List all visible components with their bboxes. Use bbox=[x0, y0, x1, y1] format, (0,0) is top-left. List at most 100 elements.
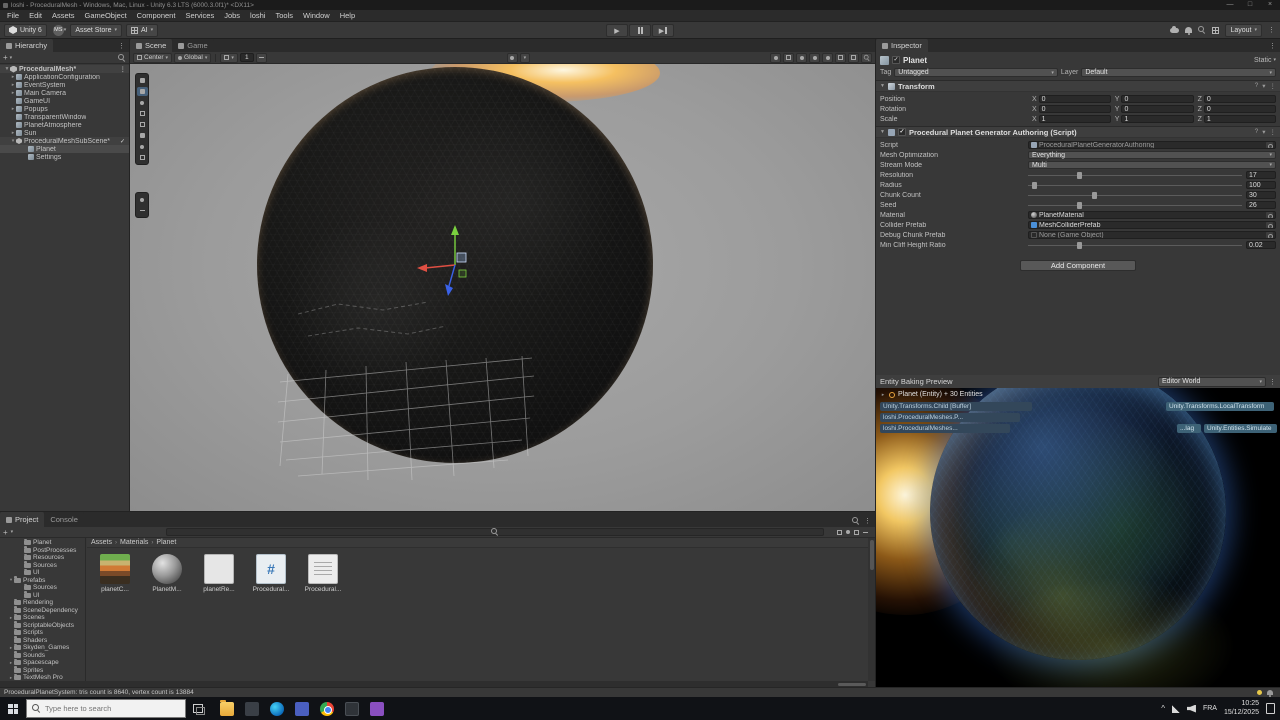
maximize-button[interactable]: □ bbox=[1240, 0, 1260, 10]
view-tool[interactable] bbox=[137, 76, 148, 85]
rotate-tool[interactable] bbox=[137, 98, 148, 107]
menu-item[interactable]: loshi bbox=[245, 10, 270, 22]
project-lock-icon[interactable] bbox=[852, 517, 860, 525]
account-caret-icon[interactable]: ▾ bbox=[64, 27, 67, 33]
zoom-slider[interactable] bbox=[863, 532, 868, 533]
hidden-icons-button[interactable]: ^ bbox=[1161, 704, 1165, 713]
entity-row[interactable]: ▸ Planet (Entity) + 30 Entities bbox=[880, 391, 983, 398]
folder-row[interactable]: Resources bbox=[0, 554, 85, 562]
layer-dropdown[interactable]: Default ▾ bbox=[1081, 68, 1276, 77]
folder-row[interactable]: UI bbox=[0, 592, 85, 600]
hierarchy-menu-icon[interactable]: ⋮ bbox=[118, 42, 125, 50]
scene-search-button[interactable] bbox=[861, 53, 872, 63]
folder-row[interactable]: ▸ Spacescape bbox=[0, 659, 85, 667]
scrollbar-thumb[interactable] bbox=[870, 540, 874, 570]
axis-z-field[interactable]: 0 bbox=[1204, 95, 1276, 103]
search-icon[interactable] bbox=[1198, 26, 1206, 34]
tab-scene[interactable]: Scene bbox=[130, 39, 172, 52]
presets-icon[interactable]: ▾ bbox=[1262, 128, 1265, 136]
component-chip[interactable]: Unity.Entities.Simulate bbox=[1204, 424, 1277, 433]
enum-dropdown[interactable]: Multi ▾ bbox=[1028, 161, 1276, 169]
action-center-icon[interactable] bbox=[1266, 703, 1275, 714]
volume-icon[interactable] bbox=[1187, 705, 1196, 713]
tab-inspector[interactable]: Inspector bbox=[876, 39, 928, 52]
component-chip[interactable]: Unity.Transforms.LocalTransform bbox=[1166, 402, 1274, 411]
gameobject-name-field[interactable]: Planet bbox=[903, 56, 927, 65]
scene-options-icon[interactable]: ⋮ bbox=[120, 65, 127, 73]
tab-hierarchy[interactable]: Hierarchy bbox=[0, 39, 53, 52]
hierarchy-item[interactable]: Settings bbox=[0, 153, 129, 161]
start-button[interactable] bbox=[0, 697, 26, 720]
menu-item[interactable]: Assets bbox=[47, 10, 80, 22]
lighting-toggle[interactable] bbox=[796, 53, 807, 63]
create-object-button[interactable]: + bbox=[3, 53, 8, 62]
slider-value-field[interactable]: 100 bbox=[1246, 181, 1276, 189]
presets-icon[interactable]: ▾ bbox=[1262, 82, 1265, 90]
folder-row[interactable]: Rendering bbox=[0, 599, 85, 607]
folder-row[interactable]: ▸ Skyden_Games bbox=[0, 644, 85, 652]
menu-item[interactable]: GameObject bbox=[80, 10, 132, 22]
enum-dropdown[interactable]: Everything ▾ bbox=[1028, 151, 1276, 159]
menu-item[interactable]: Services bbox=[180, 10, 219, 22]
minimize-button[interactable]: — bbox=[1220, 0, 1240, 10]
hierarchy-item[interactable]: ▾ ProceduralMeshSubScene* ✓ bbox=[0, 137, 129, 145]
hierarchy-item[interactable]: PlanetAtmosphere bbox=[0, 121, 129, 129]
component-chip[interactable]: Unity.Transforms.Child [Buffer] bbox=[880, 402, 1032, 411]
transform-tool[interactable] bbox=[137, 131, 148, 140]
active-checkbox[interactable]: ✓ bbox=[892, 56, 900, 64]
static-dropdown[interactable]: Static ▾ bbox=[1254, 57, 1276, 64]
close-button[interactable]: × bbox=[1260, 0, 1280, 10]
folder-row[interactable]: ▾ Prefabs bbox=[0, 577, 85, 585]
inspector-menu-icon[interactable]: ⋮ bbox=[1269, 42, 1276, 50]
info-icon[interactable] bbox=[854, 530, 859, 535]
hierarchy-item[interactable]: ▸ Sun bbox=[0, 129, 129, 137]
asset-item[interactable]: Procedural... bbox=[249, 554, 293, 593]
taskbar-clock[interactable]: 10:25 15/12/2025 bbox=[1224, 700, 1259, 718]
folder-row[interactable]: SceneDependency bbox=[0, 607, 85, 615]
axis-x-field[interactable]: 1 bbox=[1039, 115, 1111, 123]
folder-row[interactable]: Scripts bbox=[0, 629, 85, 637]
create-asset-button[interactable]: + bbox=[3, 528, 8, 537]
warning-indicator-icon[interactable] bbox=[1257, 690, 1262, 695]
project-menu-icon[interactable]: ⋮ bbox=[864, 517, 871, 525]
status-message[interactable]: ProceduralPlanetSystem: tris count is 86… bbox=[4, 689, 194, 696]
folder-row[interactable]: UI bbox=[0, 569, 85, 577]
search-input[interactable] bbox=[45, 704, 165, 713]
notification-bell-icon[interactable] bbox=[1267, 690, 1273, 695]
slider-track[interactable] bbox=[1028, 195, 1242, 196]
foldout-icon[interactable]: ▾ bbox=[10, 138, 16, 144]
effects-toggle[interactable] bbox=[822, 53, 833, 63]
component-menu-icon[interactable]: ⋮ bbox=[1270, 128, 1277, 136]
object-picker-icon[interactable] bbox=[1266, 232, 1273, 239]
hierarchy-item[interactable]: Planet bbox=[0, 145, 129, 153]
grid-snap-dropdown[interactable]: ▾ bbox=[220, 53, 238, 63]
more-tools[interactable] bbox=[137, 206, 148, 215]
transform-component-header[interactable]: ▼ Transform ? ▾ ⋮ bbox=[876, 80, 1280, 92]
axis-y-field[interactable]: 0 bbox=[1121, 105, 1193, 113]
folder-row[interactable]: Sources bbox=[0, 584, 85, 592]
notifications-icon[interactable] bbox=[1185, 27, 1192, 33]
gizmos-dropdown[interactable] bbox=[848, 53, 859, 63]
move-handle-toggle[interactable] bbox=[507, 53, 518, 63]
menu-item[interactable]: Window bbox=[298, 10, 335, 22]
entity-panel-menu-icon[interactable]: ⋮ bbox=[1269, 378, 1276, 386]
asset-item[interactable]: planetRe... bbox=[197, 554, 241, 593]
folder-row[interactable]: Sprites bbox=[0, 667, 85, 675]
folder-row[interactable]: Planet bbox=[0, 539, 85, 547]
folder-row[interactable]: Shaders bbox=[0, 637, 85, 645]
object-field[interactable]: None (Game Object) bbox=[1028, 231, 1276, 239]
folder-row[interactable]: ▸ TextMesh Pro bbox=[0, 674, 85, 681]
folder-row[interactable]: Sounds bbox=[0, 652, 85, 660]
help-icon[interactable]: ? bbox=[1255, 82, 1259, 90]
object-field[interactable]: ProceduralPlanetGeneratorAuthoring bbox=[1028, 141, 1276, 149]
scene-viewport[interactable] bbox=[130, 64, 875, 511]
object-field[interactable]: PlanetMaterial bbox=[1028, 211, 1276, 219]
foldout-icon[interactable]: ▼ bbox=[4, 66, 10, 72]
subscene-checkbox[interactable]: ✓ bbox=[120, 138, 125, 145]
transform-gizmo[interactable] bbox=[415, 222, 505, 307]
foldout-icon[interactable]: ▼ bbox=[880, 129, 885, 135]
handle-options-dropdown[interactable]: ▾ bbox=[520, 53, 531, 63]
breadcrumb-materials[interactable]: Materials bbox=[120, 539, 148, 546]
component-chip[interactable]: ...lag bbox=[1177, 424, 1201, 433]
slider-thumb[interactable] bbox=[1077, 202, 1082, 209]
